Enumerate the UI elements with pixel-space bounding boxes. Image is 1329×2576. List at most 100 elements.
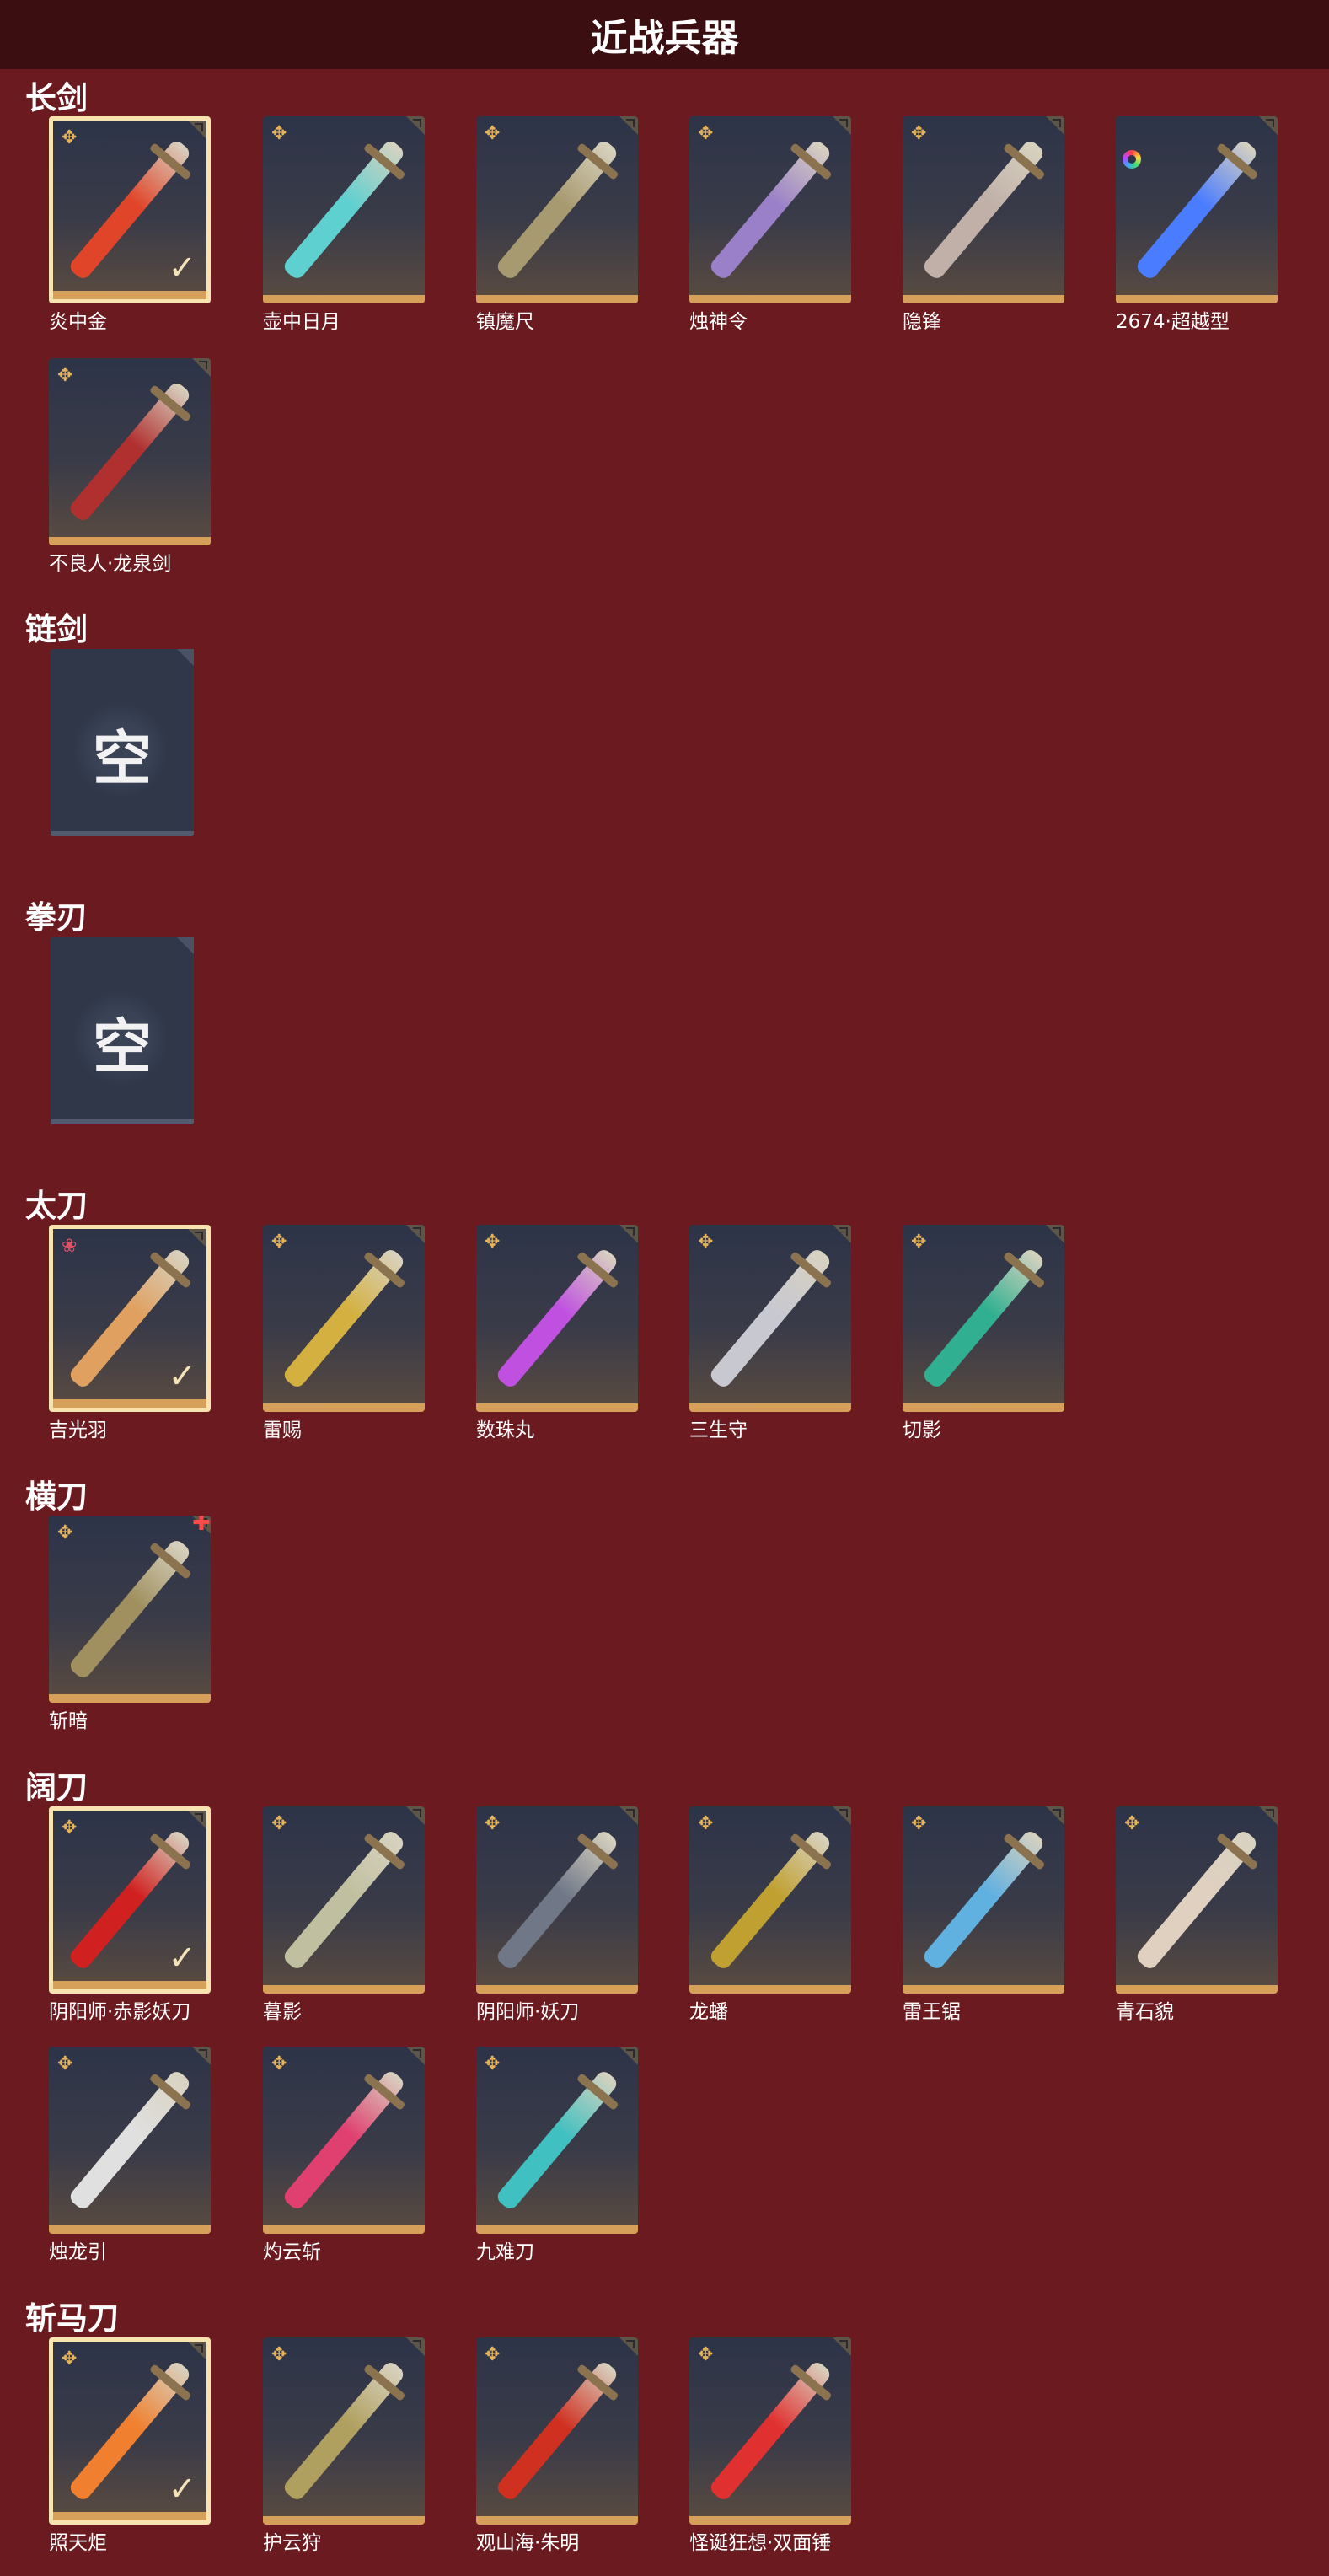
weapon-card[interactable]: ✥ (476, 1225, 638, 1412)
weapon-image (494, 2069, 620, 2212)
weapon-card[interactable] (1116, 116, 1278, 303)
weapon-name: 2674·超越型 (1116, 311, 1230, 333)
weapon-card[interactable]: ✥ ✚ (49, 1516, 211, 1703)
card-rarity-bar (689, 2516, 851, 2525)
weapon-card[interactable]: ✥ ✓ (49, 2337, 211, 2525)
card-rarity-bar (49, 1694, 211, 1703)
rarity-icon: ✥ (911, 1232, 927, 1253)
corner-icon (406, 2047, 425, 2065)
card-rarity-bar (476, 1985, 638, 1994)
weapon-card[interactable]: ❀ ✓ (49, 1225, 211, 1412)
weapon-image (920, 138, 1047, 282)
card-rarity-bar (1116, 295, 1278, 303)
rarity-icon: ✥ (57, 2053, 73, 2074)
weapon-name: 暮影 (263, 2001, 302, 2023)
weapon-name: 阴阳师·赤影妖刀 (49, 2001, 191, 2023)
rarity-icon: ✥ (271, 1232, 287, 1253)
corner-icon (833, 1806, 851, 1825)
weapon-image (494, 1828, 620, 1972)
weapon-card[interactable]: ✥ (476, 1806, 638, 1994)
section-title-fist-blade: 拳刃 (25, 899, 88, 936)
rarity-icon: ✥ (57, 365, 73, 386)
weapon-image (67, 1538, 193, 1681)
weapon-card[interactable]: ✥ (903, 1806, 1064, 1994)
rarity-icon: ✥ (485, 2344, 501, 2365)
corner-icon (406, 1225, 425, 1243)
card-rarity-bar (689, 295, 851, 303)
weapon-card[interactable]: ✥ (689, 116, 851, 303)
weapon-name: 斩暗 (49, 1710, 88, 1732)
weapon-card[interactable]: ✥ (903, 1225, 1064, 1412)
weapon-image (494, 138, 620, 282)
card-rarity-bar (49, 537, 211, 545)
weapon-card[interactable]: ✥ (476, 2047, 638, 2234)
corner-icon (177, 649, 194, 666)
weapon-image (707, 1828, 833, 1972)
checkmark-icon: ✓ (168, 249, 196, 287)
weapon-card[interactable]: ✥ (476, 2337, 638, 2525)
corner-icon (406, 116, 425, 135)
corner-icon (833, 1225, 851, 1243)
section-title-chain-sword: 链剑 (25, 611, 88, 647)
weapon-card[interactable]: ✥ (476, 116, 638, 303)
weapon-name: 灼云斩 (263, 2241, 321, 2263)
corner-icon (619, 1225, 638, 1243)
weapon-card[interactable]: ✥ (263, 116, 425, 303)
checkmark-icon: ✓ (168, 2470, 196, 2509)
weapon-card[interactable]: ✥ (689, 2337, 851, 2525)
rarity-icon: ✥ (271, 123, 287, 144)
weapon-image (281, 2069, 407, 2212)
weapon-name: 吉光羽 (49, 1419, 107, 1441)
weapon-card[interactable]: ✥ (689, 1225, 851, 1412)
weapon-name: 雷赐 (263, 1419, 302, 1441)
card-rarity-bar (263, 2516, 425, 2525)
weapon-card[interactable]: ✥ ✓ (49, 1806, 211, 1994)
empty-weapon-slot[interactable]: 空 (51, 937, 194, 1124)
weapon-card[interactable]: ✥ ✓ (49, 116, 211, 303)
weapon-card[interactable]: ✥ (263, 1225, 425, 1412)
corner-icon (192, 358, 211, 377)
weapon-card[interactable]: ✥ (1116, 1806, 1278, 1994)
weapon-image (281, 138, 407, 282)
weapon-name: 炎中金 (49, 311, 107, 333)
rarity-icon: ✥ (271, 1813, 287, 1834)
weapon-image (707, 1247, 833, 1390)
corner-icon (619, 116, 638, 135)
weapon-name: 壶中日月 (263, 311, 340, 333)
corner-icon (177, 937, 194, 954)
corner-icon (188, 1811, 206, 1829)
weapon-image (281, 1828, 407, 1972)
weapon-card[interactable]: ✥ (903, 116, 1064, 303)
corner-icon (619, 2047, 638, 2065)
corner-icon (1046, 1225, 1064, 1243)
weapon-name: 观山海·朱明 (476, 2532, 580, 2554)
weapon-name: 青石貌 (1116, 2001, 1174, 2023)
card-rarity-bar (1116, 1985, 1278, 1994)
section-title-hengdao: 横刀 (25, 1479, 88, 1515)
weapon-name: 数珠丸 (476, 1419, 534, 1441)
weapon-card[interactable]: ✥ (263, 2047, 425, 2234)
weapon-image (494, 2359, 620, 2503)
rarity-icon: ✥ (485, 1813, 501, 1834)
weapon-card[interactable]: ✥ (49, 2047, 211, 2234)
weapon-name: 隐锋 (903, 311, 941, 333)
card-rarity-bar (53, 1399, 206, 1408)
weapon-card[interactable]: ✥ (263, 1806, 425, 1994)
weapon-card[interactable]: ✥ (49, 358, 211, 545)
checkmark-icon: ✓ (168, 1357, 196, 1396)
corner-icon (1259, 1806, 1278, 1825)
weapon-card[interactable]: ✥ (263, 2337, 425, 2525)
card-rarity-bar (263, 295, 425, 303)
card-rarity-bar (903, 1985, 1064, 1994)
corner-icon (1259, 116, 1278, 135)
card-rarity-bar (689, 1403, 851, 1412)
rarity-icon: ✥ (1124, 1813, 1140, 1834)
empty-weapon-slot[interactable]: 空 (51, 649, 194, 836)
rarity-icon: ✥ (62, 2348, 78, 2369)
weapon-image (707, 138, 833, 282)
card-rarity-bar (263, 2225, 425, 2234)
page-title: 近战兵器 (590, 17, 739, 60)
weapon-card[interactable]: ✥ (689, 1806, 851, 1994)
card-rarity-bar (903, 295, 1064, 303)
card-rarity-bar (49, 2225, 211, 2234)
